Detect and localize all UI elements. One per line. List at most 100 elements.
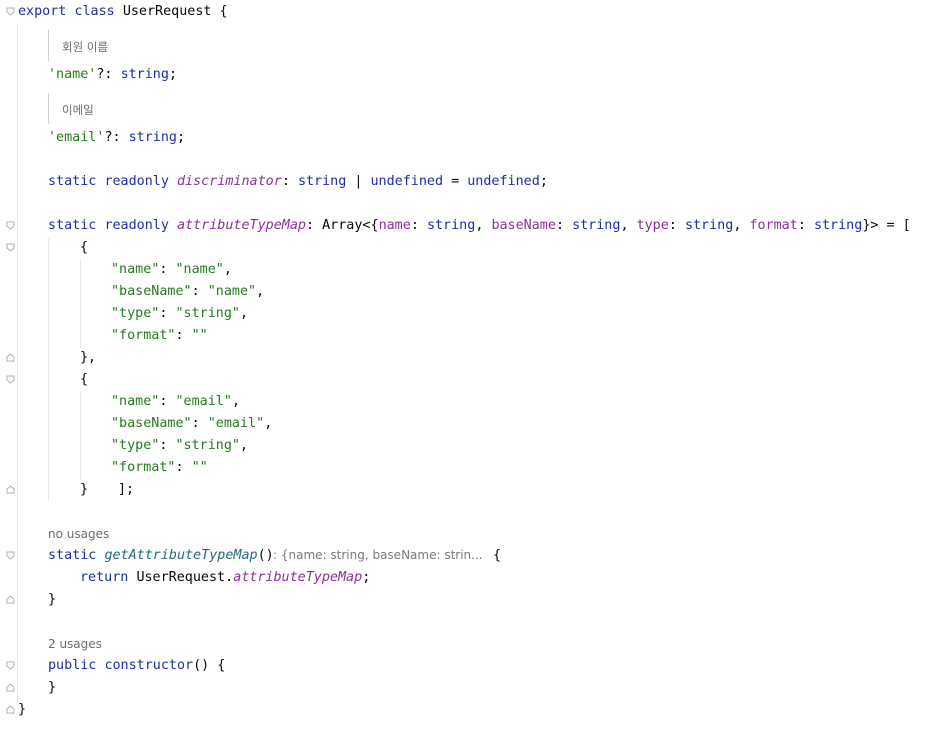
indent-guide	[48, 238, 49, 500]
punctuation: :	[281, 174, 298, 189]
fold-icon[interactable]	[6, 683, 15, 692]
punctuation: }	[48, 592, 57, 607]
code-line[interactable]: export class UserRequest {	[18, 1, 228, 23]
punctuation: ,	[733, 218, 750, 233]
fold-icon[interactable]	[6, 661, 15, 670]
type-keyword: string	[128, 130, 177, 145]
code-line[interactable]: }	[48, 589, 56, 611]
string-literal: "email"	[207, 416, 265, 431]
punctuation: ;	[177, 130, 186, 145]
punctuation: :	[797, 218, 814, 233]
punctuation: =	[443, 174, 468, 189]
keyword: constructor	[104, 658, 194, 673]
punctuation: ()	[257, 548, 274, 563]
string-literal: "type"	[111, 306, 160, 321]
doc-comment-bar	[48, 93, 49, 124]
code-line[interactable]: }	[18, 699, 26, 721]
usages-hint[interactable]: 2 usages	[48, 637, 102, 651]
usages-hint[interactable]: no usages	[48, 527, 109, 541]
punctuation: }	[80, 482, 89, 497]
code-line[interactable]: 'email'?: string;	[48, 127, 185, 149]
punctuation: }> = [	[862, 218, 911, 233]
doc-comment: 이메일	[62, 103, 94, 117]
code-line[interactable]: "type": "string",	[111, 435, 248, 457]
code-line[interactable]: "baseName": "email",	[111, 413, 272, 435]
keyword: static	[48, 218, 97, 233]
field-name: discriminator	[177, 174, 282, 189]
punctuation: ,	[256, 284, 265, 299]
punctuation: {	[211, 4, 228, 19]
fold-icon[interactable]	[6, 485, 15, 494]
fold-icon[interactable]	[6, 705, 15, 714]
keyword: return	[80, 570, 129, 585]
keyword: readonly	[104, 174, 169, 189]
type-keyword: string	[572, 218, 621, 233]
code-line[interactable]: static readonly attributeTypeMap: Array<…	[48, 215, 911, 237]
code-line[interactable]: }];	[80, 479, 134, 501]
inlay-type-hint[interactable]: : {name: string, baseName: strin...	[273, 548, 483, 562]
code-line[interactable]: "format": ""	[111, 325, 208, 347]
keyword: class	[74, 4, 115, 19]
code-line[interactable]: "baseName": "name",	[111, 281, 264, 303]
fold-icon[interactable]	[6, 595, 15, 604]
fold-icon[interactable]	[6, 551, 15, 560]
fold-icon[interactable]	[6, 7, 15, 16]
punctuation: ,	[475, 218, 492, 233]
code-line[interactable]: static readonly discriminator: string | …	[48, 171, 548, 193]
property-name: 'name'	[48, 67, 97, 82]
code-line[interactable]: },	[80, 347, 96, 369]
punctuation: ;	[362, 570, 371, 585]
indent-guide	[80, 392, 81, 480]
punctuation: {	[493, 548, 502, 563]
code-line[interactable]: {	[80, 369, 88, 391]
string-literal: "string"	[175, 438, 241, 453]
doc-comment-bar	[48, 30, 49, 61]
punctuation: :	[410, 218, 427, 233]
punctuation: :	[159, 394, 176, 409]
punctuation: :	[159, 306, 176, 321]
punctuation: },	[80, 350, 97, 365]
punctuation: {	[80, 372, 89, 387]
keyword: readonly	[104, 218, 169, 233]
field-name: attributeTypeMap	[233, 570, 363, 585]
punctuation: ,	[231, 394, 240, 409]
fold-icon[interactable]	[6, 353, 15, 362]
punctuation: ;	[539, 174, 548, 189]
punctuation: :	[306, 218, 323, 233]
class-reference: UserRequest.	[136, 570, 234, 585]
indent-guide	[80, 260, 81, 348]
code-line[interactable]: }	[48, 677, 56, 699]
punctuation: :	[191, 284, 208, 299]
fold-icon[interactable]	[6, 243, 15, 252]
type-member: baseName	[491, 218, 556, 233]
string-literal: "email"	[175, 394, 232, 409]
code-line[interactable]: "name": "name",	[111, 259, 232, 281]
keyword: static	[48, 174, 97, 189]
punctuation: {	[80, 240, 89, 255]
code-line[interactable]: "format": ""	[111, 457, 208, 479]
code-line[interactable]: static getAttributeTypeMap()	[48, 545, 274, 567]
code-line[interactable]: "name": "email",	[111, 391, 240, 413]
keyword: public	[48, 658, 97, 673]
punctuation: ,	[240, 438, 249, 453]
fold-icon[interactable]	[6, 375, 15, 384]
string-literal: "string"	[175, 306, 241, 321]
code-line[interactable]: return UserRequest.attributeTypeMap;	[80, 567, 370, 589]
field-name: attributeTypeMap	[177, 218, 306, 233]
fold-icon[interactable]	[6, 221, 15, 230]
code-line[interactable]: "type": "string",	[111, 303, 248, 325]
code-line[interactable]: {	[80, 237, 88, 259]
string-literal: "name"	[111, 262, 160, 277]
keyword: static	[48, 548, 97, 563]
punctuation: :	[159, 438, 176, 453]
punctuation: }	[48, 680, 57, 695]
punctuation: ,	[223, 262, 232, 277]
keyword: export	[18, 4, 67, 19]
type-keyword: string	[813, 218, 863, 233]
punctuation: :	[175, 328, 192, 343]
code-line[interactable]: 'name'?: string;	[48, 64, 177, 86]
code-line[interactable]: public constructor() {	[48, 655, 225, 677]
punctuation: :	[175, 460, 192, 475]
punctuation: ];	[118, 482, 135, 497]
type-member: type	[636, 218, 669, 233]
